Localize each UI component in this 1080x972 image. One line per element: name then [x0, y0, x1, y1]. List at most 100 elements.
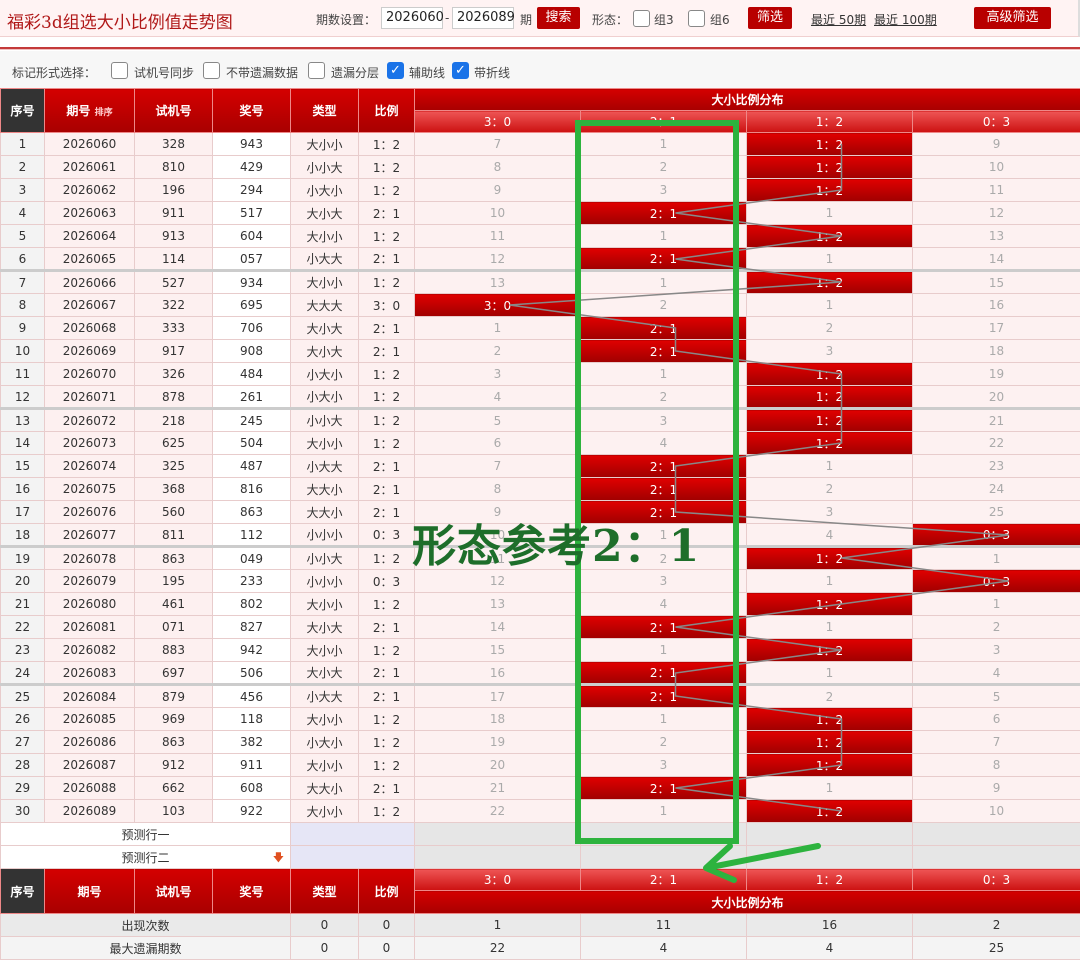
arrow-down-icon[interactable]: 🡇 — [273, 849, 284, 868]
predict-cell[interactable] — [746, 845, 913, 869]
header-period-label: 期号 — [66, 104, 91, 118]
option-checkbox-polyline[interactable]: ✓ — [452, 62, 469, 79]
predict-cell[interactable] — [911, 822, 1080, 846]
option-checkbox-miss-layer[interactable] — [308, 62, 325, 79]
option-checkbox-no-miss[interactable] — [203, 62, 220, 79]
type-cell: 小大大 — [290, 683, 359, 708]
type-cell: 大小大 — [290, 201, 359, 225]
test-number-cell: 878 — [134, 385, 213, 409]
divider — [0, 47, 1080, 50]
header-test: 试机号 — [134, 88, 213, 133]
footer-dist-col: 2：1 — [580, 868, 747, 891]
table-row: 3 2026062 196 294 小大小 1：2 9 3 1：2 11 — [0, 178, 1080, 202]
sort-button[interactable]: 排序 — [95, 108, 113, 118]
test-number-cell: 911 — [134, 201, 213, 225]
dist-hit-cell: 3：0 — [414, 293, 581, 317]
search-button[interactable]: 搜索 — [537, 7, 580, 29]
stats-label: 出现次数 — [0, 913, 291, 937]
ratio-cell: 2：1 — [358, 201, 415, 225]
predict-cell[interactable] — [746, 822, 913, 846]
table-row: 29 2026088 662 608 大大小 2：1 21 2：1 1 9 — [0, 776, 1080, 800]
test-number-cell: 811 — [134, 523, 213, 547]
period-to-input[interactable]: 2026089 — [452, 7, 515, 29]
predict-cell[interactable] — [911, 845, 1080, 869]
dist-miss-cell: 4 — [580, 431, 747, 455]
predict-input[interactable] — [290, 822, 415, 846]
dist-hit-cell: 2：1 — [580, 339, 747, 363]
dist-miss-cell: 22 — [414, 799, 581, 823]
dist-hit-cell: 1：2 — [746, 799, 913, 823]
dist-miss-cell: 1 — [746, 615, 913, 639]
test-number-cell: 322 — [134, 293, 213, 317]
predict-cell[interactable] — [414, 845, 581, 869]
seq-cell: 26 — [0, 707, 45, 731]
period-cell: 2026073 — [44, 431, 135, 455]
prize-number-cell: 863 — [212, 500, 291, 524]
period-cell: 2026081 — [44, 615, 135, 639]
ratio-cell: 2：1 — [358, 500, 415, 524]
seq-cell: 5 — [0, 224, 45, 248]
range-dash: - — [445, 11, 450, 25]
table-row: 16 2026075 368 816 大大小 2：1 8 2：1 2 24 — [0, 477, 1080, 501]
table-row: 5 2026064 913 604 大小小 1：2 11 1 1：2 13 — [0, 224, 1080, 248]
dist-miss-cell: 3 — [580, 178, 747, 202]
predict-cell[interactable] — [580, 822, 747, 846]
group6-label: 组6 — [710, 13, 730, 27]
footer-test: 试机号 — [134, 868, 213, 914]
predict-row-2: 预测行二 🡇 — [0, 845, 1080, 869]
option-checkbox-test-sync[interactable] — [111, 62, 128, 79]
filter-button[interactable]: 筛选 — [748, 7, 792, 29]
top-toolbar: 福彩3d组选大小比例值走势图 期数设置： 2026060 - 2026089 期… — [0, 0, 1080, 37]
type-cell: 大小小 — [290, 224, 359, 248]
advanced-filter-button[interactable]: 高级筛选 — [974, 7, 1051, 29]
seq-cell: 20 — [0, 569, 45, 593]
period-cell: 2026077 — [44, 523, 135, 547]
header-prize: 奖号 — [212, 88, 291, 133]
recent-50-link[interactable]: 最近 50期 — [811, 11, 866, 28]
prize-number-cell: 484 — [212, 362, 291, 386]
ratio-cell: 2：1 — [358, 615, 415, 639]
test-number-cell: 368 — [134, 477, 213, 501]
recent-100-link[interactable]: 最近 100期 — [874, 11, 937, 28]
prize-number-cell: 233 — [212, 569, 291, 593]
predict-cell[interactable] — [580, 845, 747, 869]
stats-value: 0 — [358, 936, 415, 960]
dist-miss-cell: 17 — [414, 683, 581, 708]
dist-miss-cell: 1 — [746, 776, 913, 800]
dist-hit-cell: 2：1 — [580, 477, 747, 501]
test-number-cell: 969 — [134, 707, 213, 731]
prize-number-cell: 517 — [212, 201, 291, 225]
ratio-cell: 1：2 — [358, 178, 415, 202]
period-from-input[interactable]: 2026060 — [381, 7, 444, 29]
type-cell: 小小大 — [290, 545, 359, 570]
dist-miss-cell: 3 — [414, 362, 581, 386]
header-period[interactable]: 期号 排序 — [44, 88, 135, 133]
group3-checkbox[interactable] — [633, 10, 650, 27]
period-cell: 2026070 — [44, 362, 135, 386]
ratio-cell: 1：2 — [358, 362, 415, 386]
dist-hit-cell: 0：3 — [911, 523, 1080, 547]
dist-hit-cell: 2：1 — [580, 247, 747, 271]
dist-hit-cell: 1：2 — [746, 132, 913, 156]
table-row: 25 2026084 879 456 小大大 2：1 17 2：1 2 5 — [0, 683, 1080, 708]
dist-miss-cell: 4 — [911, 661, 1080, 685]
ratio-cell: 0：3 — [358, 569, 415, 593]
dist-miss-cell: 18 — [414, 707, 581, 731]
type-cell: 大小小 — [290, 638, 359, 662]
predict-input[interactable] — [290, 845, 415, 869]
dist-miss-cell: 18 — [911, 339, 1080, 363]
prize-number-cell: 911 — [212, 753, 291, 777]
option-checkbox-guide-line[interactable]: ✓ — [387, 62, 404, 79]
annotation-text: 形态参考2：1 — [412, 521, 701, 572]
predict-cell[interactable] — [414, 822, 581, 846]
dist-miss-cell: 1 — [911, 545, 1080, 570]
dist-hit-cell: 1：2 — [746, 707, 913, 731]
dist-miss-cell: 1 — [911, 592, 1080, 616]
dist-miss-cell: 9 — [414, 178, 581, 202]
ratio-cell: 1：2 — [358, 730, 415, 754]
group6-checkbox[interactable] — [688, 10, 705, 27]
table-row: 13 2026072 218 245 小小大 1：2 5 3 1：2 21 — [0, 407, 1080, 432]
type-cell: 小小小 — [290, 569, 359, 593]
dist-hit-cell: 1：2 — [746, 155, 913, 179]
table-row: 24 2026083 697 506 大小大 2：1 16 2：1 1 4 — [0, 661, 1080, 685]
